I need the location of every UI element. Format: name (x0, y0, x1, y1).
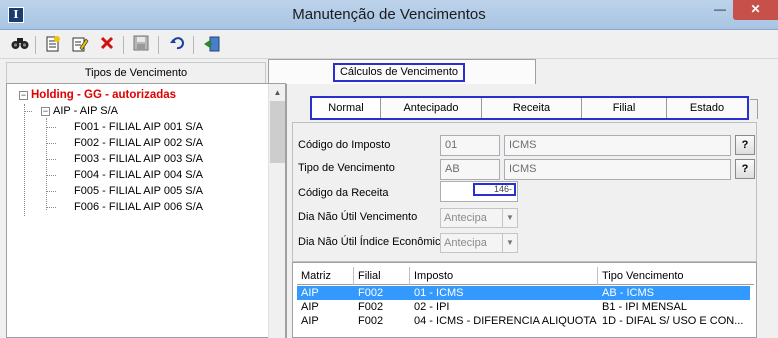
toolbar (0, 31, 778, 59)
window-title: Manutenção de Vencimentos (292, 6, 486, 23)
close-button[interactable]: ✕ (733, 0, 778, 20)
table-cell: 01 - ICMS (414, 287, 464, 299)
title-bar: I Manutenção de Vencimentos — ✕ (0, 0, 778, 30)
subtab-antecipado[interactable]: Antecipado (381, 98, 482, 118)
dia-indice-select[interactable]: Antecipa ▼ (440, 233, 518, 253)
table-cell: AIP (301, 301, 319, 313)
tree-branch[interactable]: F003 - FILIAL AIP 003 S/A (74, 151, 203, 167)
tree-root[interactable]: − Holding - GG - autorizadas (19, 87, 176, 103)
tree-branch[interactable]: F004 - FILIAL AIP 004 S/A (74, 167, 203, 183)
edit-icon[interactable] (70, 35, 90, 55)
dia-nao-util-value: Antecipa (444, 212, 487, 224)
tab-calculos-label: Cálculos de Vencimento (333, 63, 465, 82)
table-cell: AIP (301, 315, 319, 327)
codigo-receita-value[interactable]: 146- (473, 183, 516, 196)
table-cell: AIP (301, 287, 319, 299)
collapse-icon[interactable]: − (19, 90, 28, 100)
codigo-receita-label: Código da Receita (298, 187, 389, 199)
tipo-vencimento-field[interactable]: AB (440, 159, 500, 180)
tree-company-label: AIP - AIP S/A (53, 105, 119, 117)
tree-branch[interactable]: F006 - FILIAL AIP 006 S/A (74, 199, 203, 215)
scroll-up-icon[interactable]: ▲ (269, 84, 286, 101)
codigo-imposto-label: Código do Imposto (298, 139, 391, 151)
minimize-button[interactable]: — (707, 0, 733, 20)
subtab-filial[interactable]: Filial (582, 98, 667, 118)
tree-scrollbar[interactable]: ▲ (268, 84, 285, 338)
new-doc-icon[interactable] (43, 35, 63, 55)
collapse-icon[interactable]: − (41, 106, 50, 116)
table-cell: F002 (358, 301, 384, 313)
table-cell: B1 - IPI MENSAL (602, 301, 687, 313)
tree-branch[interactable]: F001 - FILIAL AIP 001 S/A (74, 119, 203, 135)
tree-root-label: Holding - GG - autorizadas (31, 89, 177, 101)
col-imposto[interactable]: Imposto (410, 267, 598, 285)
col-filial[interactable]: Filial (354, 267, 410, 285)
dia-nao-util-label: Dia Não Útil Vencimento (298, 211, 418, 223)
col-matriz[interactable]: Matriz (297, 267, 354, 285)
codigo-imposto-field[interactable]: 01 (440, 135, 500, 156)
detail-form: Código do Imposto 01 ICMS ? Tipo de Venc… (292, 122, 757, 262)
scroll-thumb[interactable] (270, 101, 285, 163)
grid-header: Matriz Filial Imposto Tipo Vencimento (297, 267, 754, 285)
vencimentos-grid: Matriz Filial Imposto Tipo Vencimento AI… (292, 262, 757, 338)
lookup-imposto-button[interactable]: ? (735, 135, 755, 155)
chevron-down-icon[interactable]: ▼ (502, 209, 517, 227)
exit-icon[interactable] (202, 35, 222, 55)
undo-icon[interactable] (167, 35, 187, 55)
tab-tipos-de-vencimento[interactable]: Tipos de Vencimento (6, 62, 266, 83)
tipo-vencimento-label: Tipo de Vencimento (298, 162, 395, 174)
subtab-estado[interactable]: Estado (667, 98, 747, 118)
dia-nao-util-select[interactable]: Antecipa ▼ (440, 208, 518, 228)
subtab-strip: Normal Antecipado Receita Filial Estado (310, 96, 749, 120)
lookup-tipo-button[interactable]: ? (735, 159, 755, 179)
table-row[interactable]: AIP F002 01 - ICMS AB - ICMS (297, 286, 750, 300)
subtab-receita[interactable]: Receita (482, 98, 582, 118)
table-cell: 1D - DIFAL S/ USO E CON... (602, 315, 744, 327)
codigo-imposto-desc: ICMS (504, 135, 731, 156)
tree-branch[interactable]: F005 - FILIAL AIP 005 S/A (74, 183, 203, 199)
dia-indice-label: Dia Não Útil Índice Econômico (298, 236, 447, 248)
tree-company[interactable]: − AIP - AIP S/A (41, 103, 118, 119)
tab-calculos-de-vencimento[interactable]: Cálculos de Vencimento (268, 59, 536, 84)
chevron-down-icon[interactable]: ▼ (502, 234, 517, 252)
table-row[interactable]: AIP F002 04 - ICMS - DIFERENCIA ALIQUOTA 1D… (297, 314, 754, 328)
table-cell: AB - ICMS (602, 287, 654, 299)
table-cell: 04 - ICMS - DIFERENCIA ALIQUOTA (414, 315, 597, 327)
table-cell: F002 (358, 287, 384, 299)
table-row[interactable]: AIP F002 02 - IPI B1 - IPI MENSAL (297, 300, 754, 314)
save-icon[interactable] (131, 35, 151, 55)
dia-indice-value: Antecipa (444, 237, 487, 249)
binoculars-icon[interactable] (10, 35, 30, 55)
company-tree: − Holding - GG - autorizadas − AIP - AIP S… (6, 83, 286, 338)
delete-icon[interactable] (97, 35, 117, 55)
subtab-normal[interactable]: Normal (312, 98, 381, 118)
col-tipo-vencimento[interactable]: Tipo Vencimento (598, 267, 754, 285)
table-cell: F002 (358, 315, 384, 327)
tree-branch[interactable]: F002 - FILIAL AIP 002 S/A (74, 135, 203, 151)
table-cell: 02 - IPI (414, 301, 450, 313)
tipo-vencimento-desc: ICMS (504, 159, 731, 180)
